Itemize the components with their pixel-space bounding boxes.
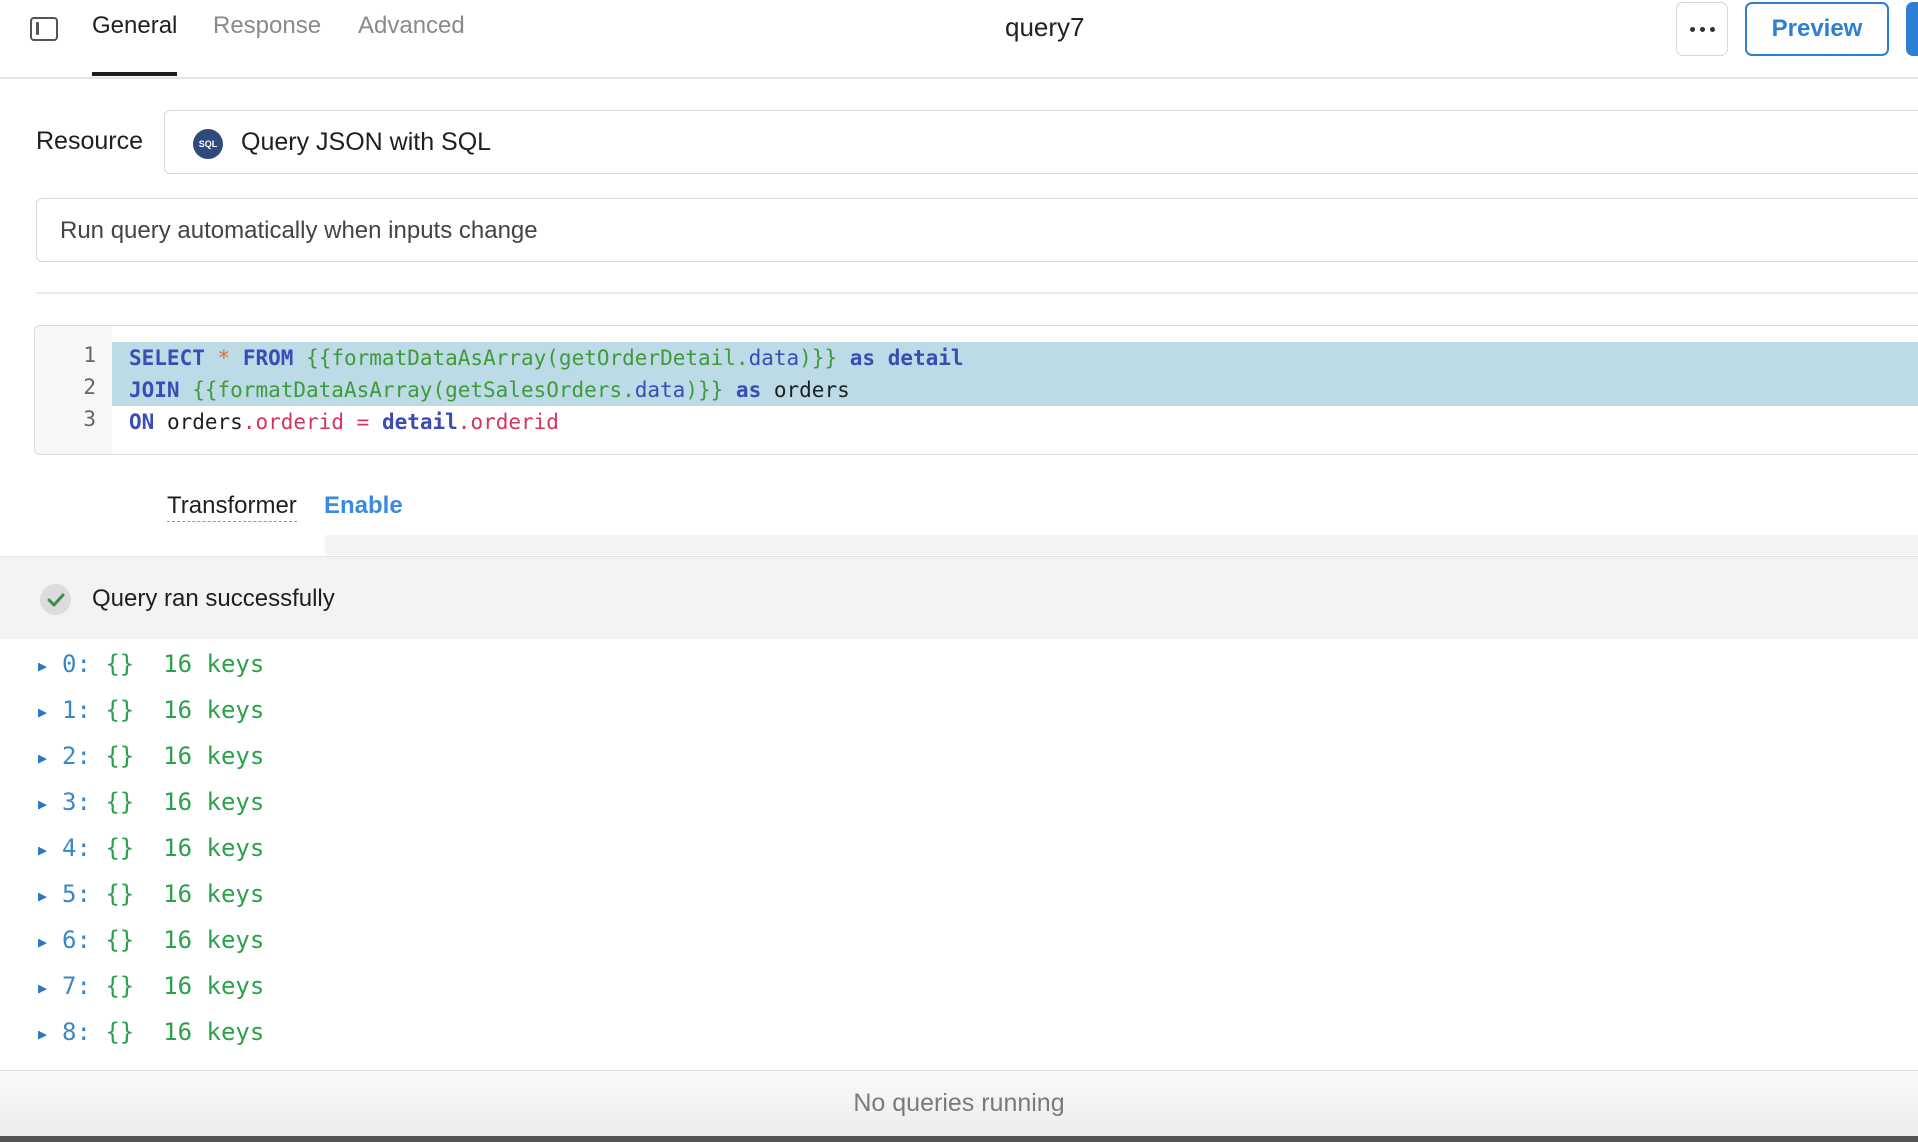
tab-general[interactable]: General (92, 12, 178, 76)
expand-triangle-icon[interactable]: ▶ (38, 784, 62, 824)
transformer-enable-link[interactable]: Enable (324, 492, 403, 520)
line-number: 3 (83, 407, 96, 431)
transformer-panel-edge (325, 535, 1918, 555)
line-number: 1 (83, 343, 96, 367)
query-editor-header: General Response Advanced query7 Preview (0, 0, 1918, 79)
result-row[interactable]: ▶ 8: {} 16 keys (38, 1012, 264, 1052)
expand-triangle-icon[interactable]: ▶ (38, 922, 62, 962)
footer-status-text: No queries running (853, 1089, 1065, 1117)
run-mode-value: Run query automatically when inputs chan… (60, 217, 538, 244)
more-options-button[interactable] (1676, 2, 1728, 56)
query-title[interactable]: query7 (1005, 12, 1085, 43)
code-line-2[interactable]: JOIN {{formatDataAsArray(getSalesOrders.… (112, 374, 1918, 406)
run-button[interactable] (1906, 2, 1918, 56)
tab-advanced[interactable]: Advanced (358, 12, 465, 75)
query-activity-footer: No queries running (0, 1070, 1918, 1137)
sql-code-editor[interactable]: 1 2 3 SELECT * FROM {{formatDataAsArray(… (34, 325, 1918, 455)
resource-value: Query JSON with SQL (241, 128, 492, 156)
result-row[interactable]: ▶ 1: {} 16 keys (38, 690, 264, 730)
expand-triangle-icon[interactable]: ▶ (38, 692, 62, 732)
expand-triangle-icon[interactable]: ▶ (38, 968, 62, 1008)
result-row[interactable]: ▶ 6: {} 16 keys (38, 920, 264, 960)
sql-resource-icon: SQL (193, 129, 223, 159)
resource-label: Resource (36, 127, 143, 155)
expand-triangle-icon[interactable]: ▶ (38, 646, 62, 686)
result-row[interactable]: ▶ 7: {} 16 keys (38, 966, 264, 1006)
result-row[interactable]: ▶ 5: {} 16 keys (38, 874, 264, 914)
ellipsis-icon (1689, 26, 1695, 32)
results-tree: ▶ 0: {} 16 keys ▶ 1: {} 16 keys ▶ 2: {} 16 … (0, 640, 1918, 1070)
expand-triangle-icon[interactable]: ▶ (38, 1014, 62, 1054)
result-row[interactable]: ▶ 3: {} 16 keys (38, 782, 264, 822)
section-divider (36, 292, 1918, 294)
line-number-gutter: 1 2 3 (35, 326, 112, 454)
result-row[interactable]: ▶ 4: {} 16 keys (38, 828, 264, 868)
resource-select[interactable]: SQL Query JSON with SQL (164, 110, 1918, 174)
expand-triangle-icon[interactable]: ▶ (38, 738, 62, 778)
result-row[interactable]: ▶ 0: {} 16 keys (38, 644, 264, 684)
result-row[interactable]: ▶ 2: {} 16 keys (38, 736, 264, 776)
expand-triangle-icon[interactable]: ▶ (38, 830, 62, 870)
check-circle-icon (40, 584, 71, 615)
status-text: Query ran successfully (92, 585, 335, 612)
transformer-label: Transformer (167, 492, 297, 522)
expand-triangle-icon[interactable]: ▶ (38, 876, 62, 916)
window-bottom-edge (0, 1136, 1918, 1142)
run-mode-select[interactable]: Run query automatically when inputs chan… (36, 198, 1918, 262)
code-line-1[interactable]: SELECT * FROM {{formatDataAsArray(getOrd… (112, 342, 1918, 374)
tab-response[interactable]: Response (213, 12, 321, 75)
code-line-3[interactable]: ON orders.orderid = detail.orderid (112, 406, 559, 438)
query-status-bar: Query ran successfully (0, 556, 1918, 639)
preview-button[interactable]: Preview (1745, 2, 1889, 56)
sidebar-toggle-icon[interactable] (30, 17, 58, 41)
line-number: 2 (83, 375, 96, 399)
